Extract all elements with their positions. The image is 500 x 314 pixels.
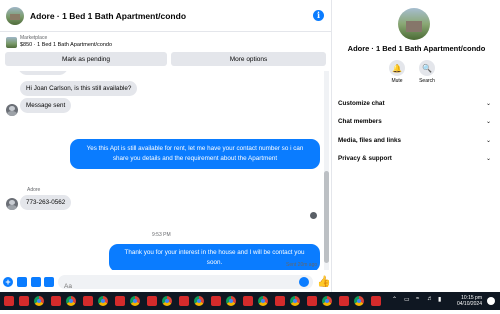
app-icon[interactable] bbox=[275, 296, 285, 306]
app-icon[interactable] bbox=[307, 296, 317, 306]
app-icon[interactable] bbox=[179, 296, 189, 306]
section-label: Media, files and links bbox=[338, 136, 401, 144]
chrome-icon[interactable] bbox=[130, 296, 140, 306]
chevron-down-icon: ⌄ bbox=[485, 155, 491, 162]
clock-date: 04/10/2024 bbox=[456, 301, 482, 307]
info-title: Adore · 1 Bed 1 Bath Apartment/condo bbox=[347, 44, 486, 53]
chrome-icon[interactable] bbox=[162, 296, 172, 306]
chrome-icon[interactable] bbox=[290, 296, 300, 306]
app-icon[interactable] bbox=[19, 296, 29, 306]
chevron-down-icon: ⌄ bbox=[485, 100, 491, 107]
tray-volume-icon[interactable]: ♬ bbox=[427, 296, 433, 314]
tray-network-icon[interactable]: ▭ bbox=[404, 296, 410, 314]
app-icon[interactable] bbox=[83, 296, 93, 306]
section-chat-members[interactable]: Chat members ⌄ bbox=[338, 113, 491, 129]
app-icon[interactable] bbox=[339, 296, 349, 306]
taskbar: ⌃ ▭ ≈ ♬ ▮ 10:15 pm 04/10/2024 bbox=[0, 292, 500, 310]
seen-avatar-icon bbox=[310, 212, 317, 219]
image-icon[interactable] bbox=[17, 277, 27, 287]
emoji-icon[interactable] bbox=[299, 277, 309, 287]
message-incoming[interactable]: Message sent bbox=[20, 98, 72, 113]
search-label: Search bbox=[419, 78, 435, 84]
tray-chevron-up-icon[interactable]: ⌃ bbox=[392, 296, 397, 314]
listing-avatar[interactable] bbox=[398, 8, 430, 40]
search-action[interactable]: 🔍 Search bbox=[413, 60, 441, 84]
message-scrollbar[interactable] bbox=[324, 71, 329, 270]
chrome-icon[interactable] bbox=[98, 296, 108, 306]
listing-small-thumbnail[interactable] bbox=[6, 37, 17, 48]
message-list: Hi Joan Carlson, is this still available… bbox=[0, 71, 332, 270]
tray-battery-icon[interactable]: ▮ bbox=[438, 296, 441, 314]
chrome-icon[interactable] bbox=[34, 296, 44, 306]
message-bubble-partial bbox=[18, 71, 68, 75]
search-icon[interactable]: 🔍 bbox=[419, 60, 435, 76]
section-label: Customize chat bbox=[338, 99, 385, 107]
app-icon[interactable] bbox=[147, 296, 157, 306]
message-incoming[interactable]: Hi Joan Carlson, is this still available… bbox=[20, 81, 138, 96]
chrome-icon[interactable] bbox=[226, 296, 236, 306]
bell-icon[interactable]: 🔔 bbox=[389, 60, 405, 76]
sent-status: Sent 20m ago bbox=[286, 262, 318, 268]
section-media-files-links[interactable]: Media, files and links ⌄ bbox=[338, 132, 491, 148]
scrollbar-thumb[interactable] bbox=[324, 171, 329, 263]
sticker-icon[interactable] bbox=[31, 277, 41, 287]
message-outgoing[interactable]: Yes this Apt is still available for rent… bbox=[70, 139, 320, 169]
chrome-icon[interactable] bbox=[258, 296, 268, 306]
chrome-icon[interactable] bbox=[354, 296, 364, 306]
app-icon[interactable] bbox=[211, 296, 221, 306]
listing-title[interactable]: $850 · 1 Bed 1 Bath Apartment/condo bbox=[20, 42, 112, 48]
messenger-window: Adore · 1 Bed 1 Bath Apartment/condo i M… bbox=[0, 0, 500, 294]
notification-icon[interactable] bbox=[487, 297, 495, 305]
thumbs-up-icon[interactable]: 👍 bbox=[317, 275, 331, 288]
gif-icon[interactable] bbox=[44, 277, 54, 287]
listing-thumbnail[interactable] bbox=[6, 6, 24, 25]
info-icon[interactable]: i bbox=[313, 10, 324, 21]
mute-action[interactable]: 🔔 Mute bbox=[383, 60, 411, 84]
message-input-box[interactable] bbox=[58, 275, 313, 294]
section-privacy-support[interactable]: Privacy & support ⌄ bbox=[338, 150, 491, 166]
section-customize-chat[interactable]: Customize chat ⌄ bbox=[338, 95, 491, 111]
tray-wifi-icon[interactable]: ≈ bbox=[416, 296, 419, 314]
message-incoming[interactable]: 773-263-0562 bbox=[20, 195, 72, 210]
chrome-icon[interactable] bbox=[66, 296, 76, 306]
chat-header: Adore · 1 Bed 1 Bath Apartment/condo i bbox=[0, 0, 332, 32]
sender-name: Adore bbox=[27, 187, 41, 193]
chrome-icon[interactable] bbox=[322, 296, 332, 306]
app-icon[interactable] bbox=[243, 296, 253, 306]
section-label: Privacy & support bbox=[338, 154, 392, 162]
time-separator: 9:53 PM bbox=[152, 232, 171, 238]
chrome-icon[interactable] bbox=[194, 296, 204, 306]
avatar[interactable] bbox=[6, 198, 18, 210]
chat-info-pane: Adore · 1 Bed 1 Bath Apartment/condo 🔔 M… bbox=[333, 0, 500, 292]
app-icon[interactable] bbox=[51, 296, 61, 306]
avatar[interactable] bbox=[6, 104, 18, 116]
section-label: Chat members bbox=[338, 117, 382, 125]
app-icon[interactable] bbox=[371, 296, 381, 306]
chevron-down-icon: ⌄ bbox=[485, 137, 491, 144]
chat-pane: Adore · 1 Bed 1 Bath Apartment/condo i M… bbox=[0, 0, 332, 294]
mark-as-pending-button[interactable]: Mark as pending bbox=[5, 52, 167, 66]
chat-title[interactable]: Adore · 1 Bed 1 Bath Apartment/condo bbox=[30, 11, 186, 21]
mute-label: Mute bbox=[391, 78, 403, 84]
plus-icon[interactable]: + bbox=[3, 277, 13, 287]
more-options-button[interactable]: More options bbox=[171, 52, 326, 66]
marketplace-label: Marketplace bbox=[20, 35, 48, 41]
taskbar-clock[interactable]: 10:15 pm 04/10/2024 bbox=[457, 295, 482, 307]
composer: + 👍 bbox=[0, 272, 332, 294]
app-icon[interactable] bbox=[4, 296, 14, 306]
app-icon[interactable] bbox=[115, 296, 125, 306]
chevron-down-icon: ⌄ bbox=[485, 118, 491, 125]
